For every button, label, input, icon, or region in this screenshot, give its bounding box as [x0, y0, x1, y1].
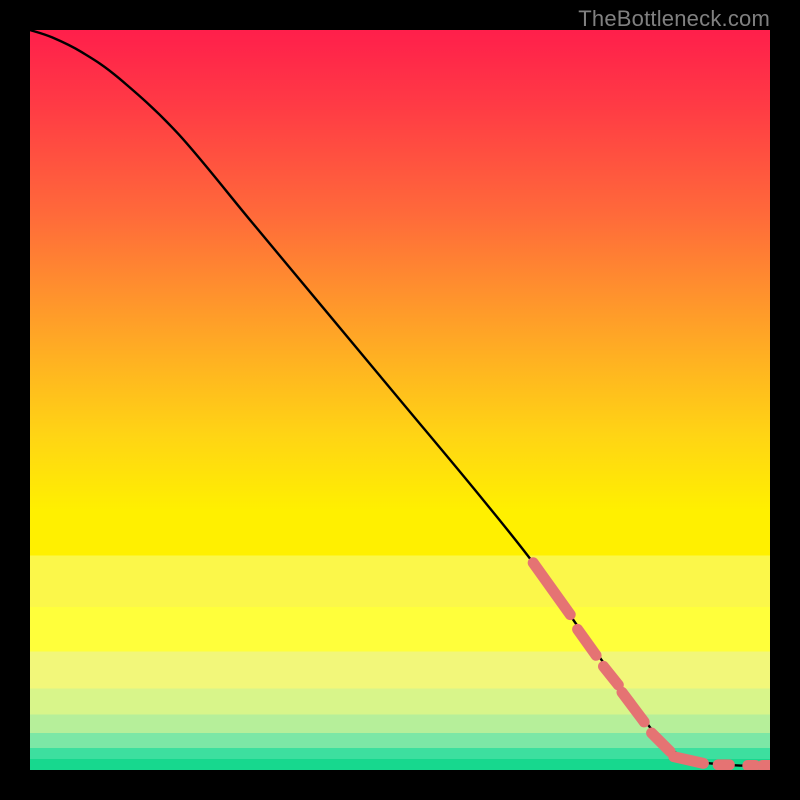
highlight-dots: [533, 563, 770, 766]
chart-stage: TheBottleneck.com: [0, 0, 800, 800]
plot-area: [30, 30, 770, 770]
curve-line: [30, 30, 770, 766]
watermark-text: TheBottleneck.com: [578, 6, 770, 32]
chart-svg: [30, 30, 770, 770]
